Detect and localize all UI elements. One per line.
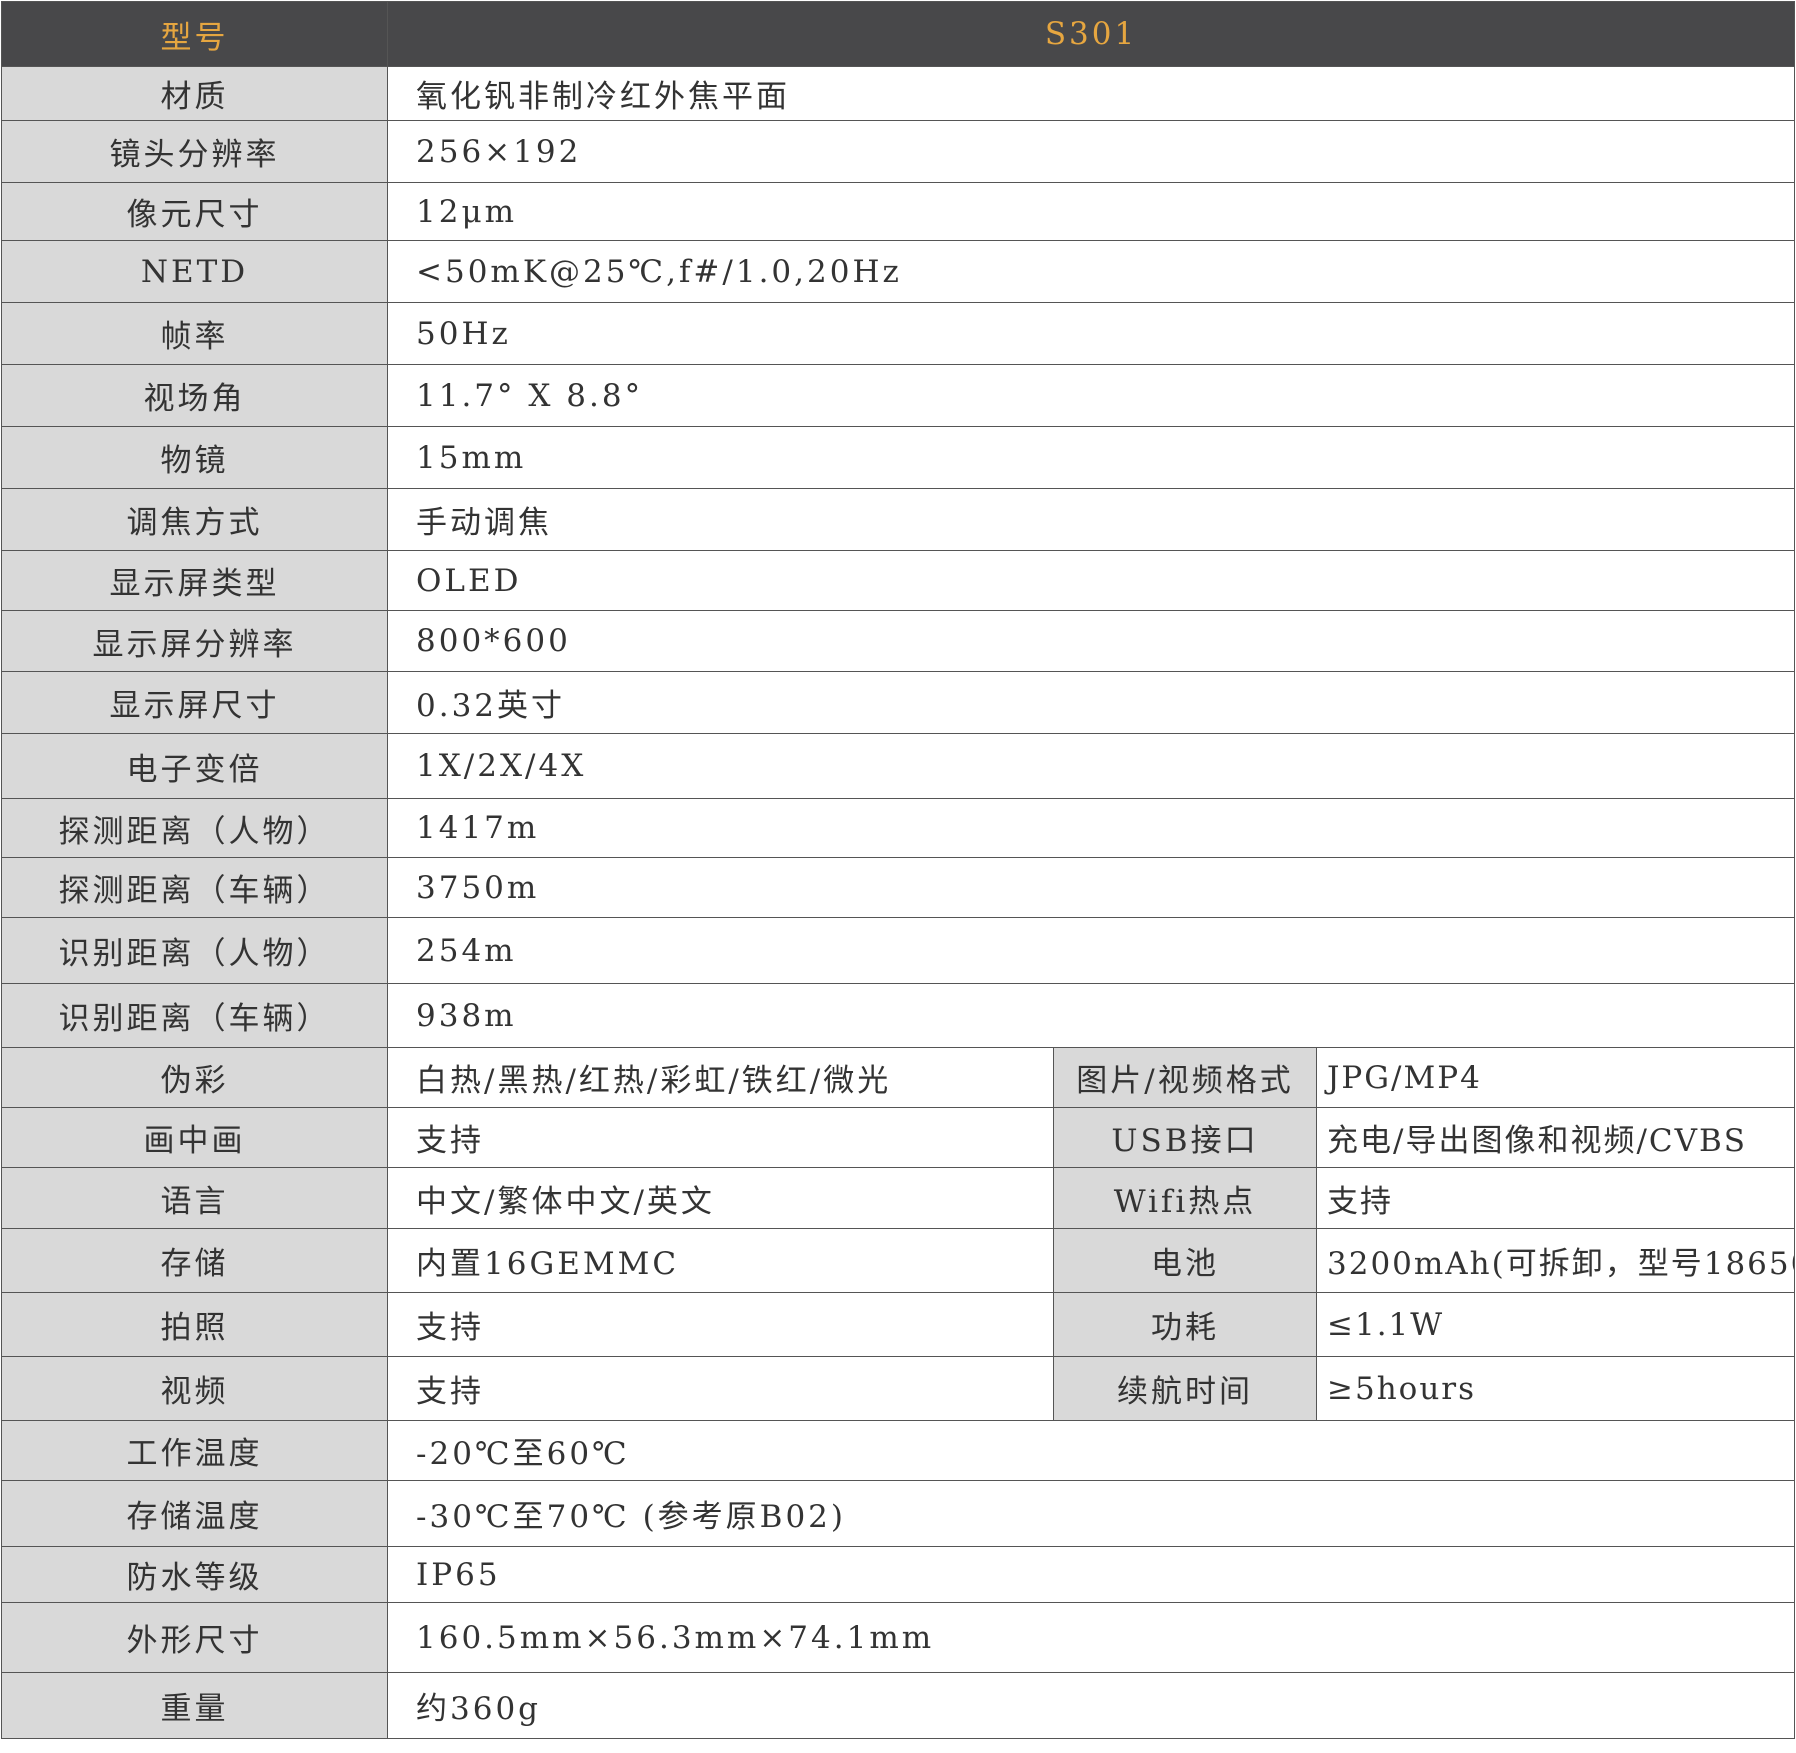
spec-label: 像元尺寸 [1,182,388,241]
spec-row: 镜头分辨率 256×192 [1,120,1796,183]
spec-row: 帧率 50Hz [1,302,1796,365]
spec-row: 外形尺寸 160.5mm×56.3mm×74.1mm [1,1602,1796,1673]
spec-row: NETD <50mK@25℃,f#/1.0,20Hz [1,240,1796,303]
spec-value-secondary: 支持 [1315,1167,1796,1229]
spec-label: 材质 [1,66,388,121]
spec-row-split: 伪彩 白热/黑热/红热/彩虹/铁红/微光 图片/视频格式 JPG/MP4 [1,1047,1796,1108]
spec-value: 手动调焦 [386,488,1796,551]
spec-label: 视场角 [1,364,388,427]
spec-value: 11.7° X 8.8° [386,364,1796,427]
spec-label: 语言 [1,1167,388,1229]
spec-row: 物镜 15mm [1,426,1796,489]
spec-label: 外形尺寸 [1,1602,388,1673]
header-model: S301 [386,1,1796,67]
spec-label: 探测距离（车辆） [1,857,388,918]
spec-label: 物镜 [1,426,388,489]
spec-label: 帧率 [1,302,388,365]
header-row: 型号 S301 [1,1,1796,67]
spec-row: 显示屏尺寸 0.32英寸 [1,671,1796,734]
spec-row: 重量 约360g [1,1672,1796,1739]
spec-label-secondary: USB接口 [1053,1107,1317,1168]
spec-row-split: 视频 支持 续航时间 ≥5hours [1,1356,1796,1421]
spec-label: 镜头分辨率 [1,120,388,183]
spec-value-secondary: 充电/导出图像和视频/CVBS [1315,1107,1796,1168]
spec-value: 256×192 [386,120,1796,183]
spec-row: 显示屏分辨率 800*600 [1,610,1796,672]
spec-value: 支持 [387,1356,1054,1421]
spec-value: 支持 [387,1107,1054,1168]
spec-row: 识别距离（人物） 254m [1,917,1796,984]
spec-row: 工作温度 -20℃至60℃ [1,1420,1796,1481]
spec-row: 电子变倍 1X/2X/4X [1,733,1796,799]
spec-label: 识别距离（人物） [1,917,388,984]
spec-value: 1417m [386,798,1796,858]
spec-value: 氧化钒非制冷红外焦平面 [386,66,1796,121]
spec-label: 重量 [1,1672,388,1739]
spec-label-secondary: 图片/视频格式 [1053,1047,1317,1108]
spec-value: 中文/繁体中文/英文 [387,1167,1054,1229]
spec-value: 1X/2X/4X [386,733,1796,799]
spec-row: 视场角 11.7° X 8.8° [1,364,1796,427]
spec-label-secondary: 功耗 [1053,1292,1317,1357]
spec-label: 工作温度 [1,1420,388,1481]
spec-row: 像元尺寸 12μm [1,182,1796,241]
spec-label: 存储温度 [1,1480,388,1547]
spec-label: 显示屏分辨率 [1,610,388,672]
spec-value: 160.5mm×56.3mm×74.1mm [386,1602,1796,1673]
spec-value: 12μm [386,182,1796,241]
spec-value: 约360g [386,1672,1796,1739]
spec-value: OLED [386,550,1796,611]
spec-label-secondary: Wifi热点 [1053,1167,1317,1229]
spec-value: 50Hz [386,302,1796,365]
spec-value: 0.32英寸 [386,671,1796,734]
spec-label-secondary: 续航时间 [1053,1356,1317,1421]
spec-value-secondary: JPG/MP4 [1315,1047,1796,1108]
spec-row: 材质 氧化钒非制冷红外焦平面 [1,66,1796,121]
spec-label: 伪彩 [1,1047,388,1108]
spec-value-secondary: ≥5hours [1315,1356,1796,1421]
spec-row-split: 存储 内置16GEMMC 电池 3200mAh(可拆卸，型号18650) [1,1228,1796,1293]
spec-label: 画中画 [1,1107,388,1168]
spec-label: 拍照 [1,1292,388,1357]
spec-row: 存储温度 -30℃至70℃ (参考原B02) [1,1480,1796,1547]
spec-label: 识别距离（车辆） [1,983,388,1048]
spec-value: 内置16GEMMC [387,1228,1054,1293]
spec-value: IP65 [386,1546,1796,1603]
spec-label: 探测距离（人物） [1,798,388,858]
spec-label: 显示屏尺寸 [1,671,388,734]
spec-label: NETD [1,240,388,303]
spec-value: 254m [386,917,1796,984]
spec-label: 调焦方式 [1,488,388,551]
spec-value: -30℃至70℃ (参考原B02) [386,1480,1796,1547]
spec-value: <50mK@25℃,f#/1.0,20Hz [386,240,1796,303]
spec-value-secondary: 3200mAh(可拆卸，型号18650) [1315,1228,1796,1293]
spec-row-split: 画中画 支持 USB接口 充电/导出图像和视频/CVBS [1,1107,1796,1168]
header-label: 型号 [1,1,388,67]
spec-row: 探测距离（车辆） 3750m [1,857,1796,918]
spec-row: 调焦方式 手动调焦 [1,488,1796,551]
spec-row: 识别距离（车辆） 938m [1,983,1796,1048]
spec-row: 探测距离（人物） 1417m [1,798,1796,858]
spec-label: 电子变倍 [1,733,388,799]
spec-row-split: 语言 中文/繁体中文/英文 Wifi热点 支持 [1,1167,1796,1229]
spec-label: 显示屏类型 [1,550,388,611]
spec-value-secondary: ≤1.1W [1315,1292,1796,1357]
spec-label: 存储 [1,1228,388,1293]
spec-value: 白热/黑热/红热/彩虹/铁红/微光 [387,1047,1054,1108]
spec-row: 防水等级 IP65 [1,1546,1796,1603]
spec-value: 800*600 [386,610,1796,672]
spec-value: 15mm [386,426,1796,489]
spec-value: 938m [386,983,1796,1048]
spec-row-split: 拍照 支持 功耗 ≤1.1W [1,1292,1796,1357]
spec-label-secondary: 电池 [1053,1228,1317,1293]
spec-value: 支持 [387,1292,1054,1357]
spec-label: 防水等级 [1,1546,388,1603]
spec-label: 视频 [1,1356,388,1421]
spec-value: 3750m [386,857,1796,918]
spec-value: -20℃至60℃ [386,1420,1796,1481]
spec-table-body: 型号 S301 材质 氧化钒非制冷红外焦平面 镜头分辨率 256×192 像元尺… [1,1,1796,1739]
spec-table: 型号 S301 材质 氧化钒非制冷红外焦平面 镜头分辨率 256×192 像元尺… [1,1,1796,1739]
spec-row: 显示屏类型 OLED [1,550,1796,611]
